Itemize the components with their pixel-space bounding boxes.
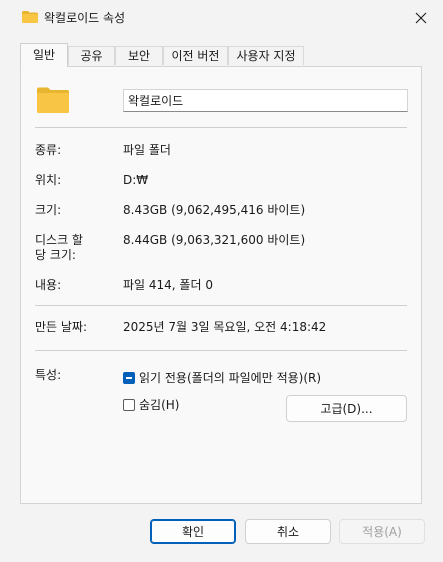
close-icon [415,12,427,24]
disk-size-label-line2: 당 크기: [35,248,76,262]
created-value: 2025년 7월 3일 목요일, 오전 4:18:42 [123,320,327,334]
folder-name-input[interactable] [123,89,408,112]
readonly-label: 읽기 전용(폴더의 파일에만 적용)(R) [139,371,322,385]
location-value: D:₩ [123,173,149,187]
advanced-button[interactable]: 고급(D)... [286,395,407,422]
type-label: 종류: [35,143,62,157]
cancel-button[interactable]: 취소 [245,519,331,544]
attributes-label: 특성: [35,368,62,382]
close-button[interactable] [407,6,435,30]
divider [35,305,407,306]
contents-value: 파일 414, 폴더 0 [123,278,213,292]
folder-icon [22,11,38,23]
type-value: 파일 폴더 [123,143,171,157]
ok-button[interactable]: 확인 [150,519,236,544]
readonly-checkbox[interactable] [123,371,135,384]
size-value: 8.43GB (9,062,495,416 바이트) [123,203,306,217]
tab-customize[interactable]: 사용자 지정 [228,46,304,65]
hidden-checkbox[interactable] [123,398,135,411]
readonly-checkbox-row[interactable]: 읽기 전용(폴더의 파일에만 적용)(R) [123,369,321,386]
divider [35,350,407,351]
tab-security[interactable]: 보안 [115,46,163,65]
tab-previous-versions[interactable]: 이전 버전 [163,46,228,65]
size-label: 크기: [35,203,62,217]
folder-icon [37,87,69,113]
hidden-checkbox-row[interactable]: 숨김(H) [123,396,179,413]
divider [35,127,407,128]
contents-label: 내용: [35,278,62,292]
title-bar: 왁컬로이드 속성 [0,0,443,36]
disk-size-label-line1: 디스크 할 [35,233,83,247]
window-title: 왁컬로이드 속성 [44,11,126,25]
general-tab-panel: 종류: 파일 폴더 위치: D:₩ 크기: 8.43GB (9,062,495,… [20,66,422,504]
hidden-label: 숨김(H) [139,398,180,412]
tab-general[interactable]: 일반 [20,43,68,67]
created-label: 만든 날짜: [35,320,88,334]
disk-size-value: 8.44GB (9,063,321,600 바이트) [123,233,306,247]
tab-sharing[interactable]: 공유 [68,46,115,65]
location-label: 위치: [35,173,62,187]
apply-button[interactable]: 적용(A) [339,519,425,544]
